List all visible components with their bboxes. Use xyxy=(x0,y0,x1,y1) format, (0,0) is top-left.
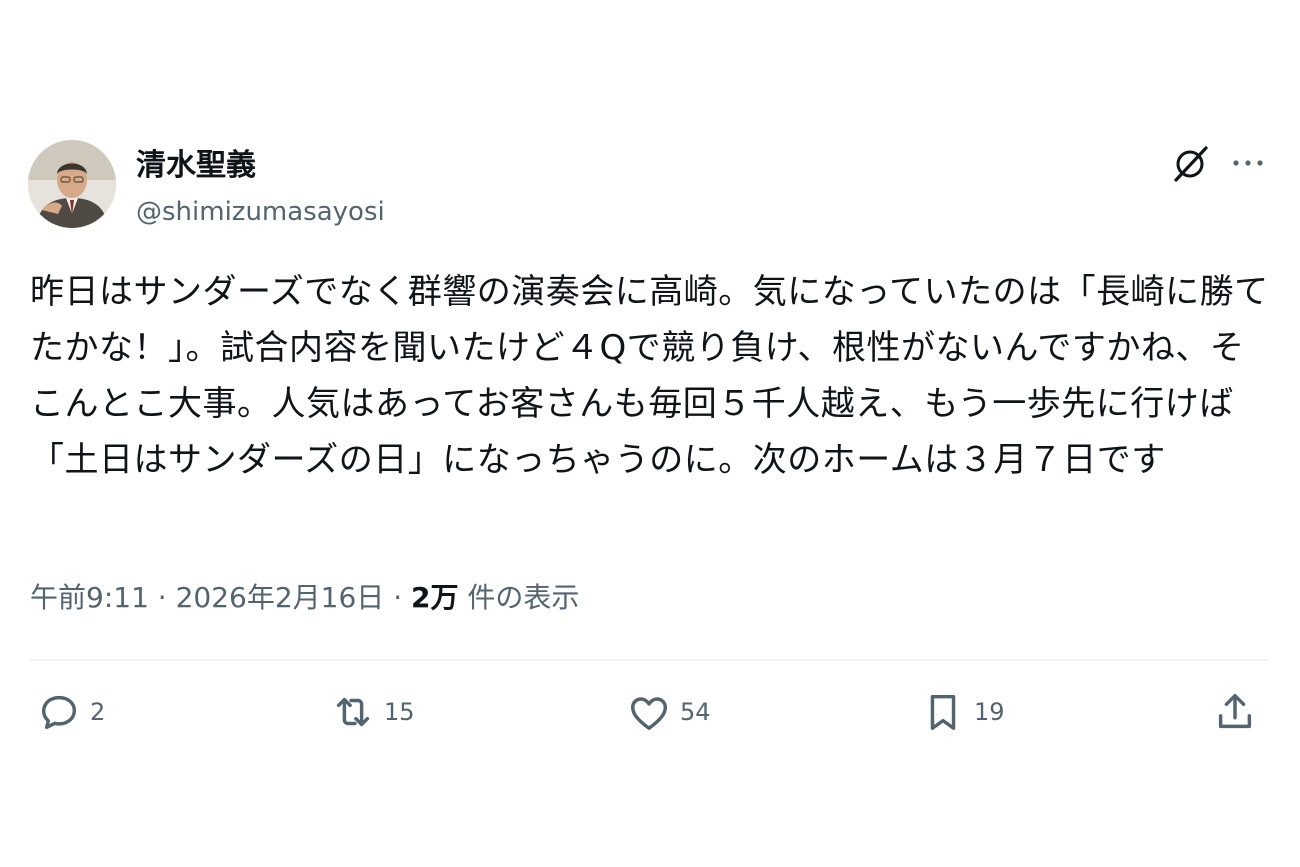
user-handle[interactable]: @shimizumasayosi xyxy=(136,194,385,230)
more-icon[interactable] xyxy=(1228,148,1268,178)
tweet-time[interactable]: 午前9:11 xyxy=(30,581,149,614)
reply-button[interactable]: 2 xyxy=(36,688,105,736)
repost-count: 15 xyxy=(384,698,415,726)
repost-icon xyxy=(336,697,370,727)
views-label: 件の表示 xyxy=(467,581,580,614)
meta-separator: · xyxy=(157,581,167,614)
tweet-text: 昨日はサンダーズでなく群響の演奏会に高崎。気になっていたのは「長崎に勝てたかな！… xyxy=(30,272,1269,480)
reply-icon xyxy=(41,695,77,730)
bookmark-count: 19 xyxy=(974,698,1005,726)
grok-icon[interactable] xyxy=(1168,142,1212,186)
like-count: 54 xyxy=(680,698,711,726)
meta-separator: · xyxy=(393,581,403,614)
bookmark-icon xyxy=(930,694,956,731)
repost-button[interactable]: 15 xyxy=(330,688,415,736)
tweet-card: 清水聖義 @shimizumasayosi 昨日はサンダーズでなく群響の演奏会に… xyxy=(0,0,1300,867)
tweet-date[interactable]: 2026年2月16日 xyxy=(176,581,385,614)
display-name[interactable]: 清水聖義 xyxy=(136,146,256,186)
avatar-image xyxy=(28,140,116,228)
share-button[interactable] xyxy=(1212,688,1258,736)
reply-count: 2 xyxy=(90,698,106,726)
like-icon xyxy=(630,697,668,731)
share-icon xyxy=(1218,693,1252,729)
views-count: 2万 xyxy=(411,581,459,614)
tweet-meta: 午前9:11 · 2026年2月16日 · 2万 件の表示 xyxy=(30,578,579,618)
like-button[interactable]: 54 xyxy=(626,688,711,736)
divider xyxy=(30,659,1268,661)
bookmark-button[interactable]: 19 xyxy=(920,688,1005,736)
avatar[interactable] xyxy=(28,140,116,228)
